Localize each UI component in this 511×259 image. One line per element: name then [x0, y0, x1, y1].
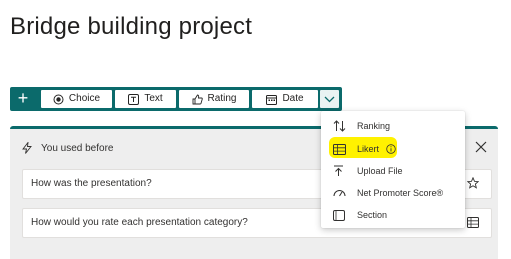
menu-item-likert[interactable]: Likert: [321, 138, 465, 160]
likert-icon: [333, 143, 346, 155]
menu-item-net-promoter-score[interactable]: Net Promoter Score®: [321, 182, 465, 204]
more-question-types-button[interactable]: [320, 90, 339, 108]
calendar-icon: [266, 94, 278, 105]
close-icon[interactable]: [475, 141, 487, 153]
date-label: Date: [282, 93, 304, 104]
used-before-header: You used before: [22, 142, 113, 154]
date-button[interactable]: Date: [252, 90, 318, 108]
menu-item-label: Likert: [357, 144, 380, 154]
thumbs-up-icon: [192, 94, 203, 104]
lightning-icon: [22, 142, 32, 154]
add-question-button[interactable]: +: [10, 87, 36, 111]
section-icon: [333, 209, 345, 221]
choice-button[interactable]: Choice: [41, 90, 112, 108]
question-type-toolbar: + Choice Text Rating Date: [10, 87, 342, 111]
gauge-icon: [333, 190, 346, 197]
text-label: Text: [144, 93, 163, 104]
question-text: How would you rate each presentation cat…: [31, 217, 248, 228]
question-type-menu-items: Likert Upload File Net Promoter Score® S…: [321, 111, 465, 228]
likert-grid-icon: [467, 217, 479, 228]
menu-item-label: Net Promoter Score®: [357, 188, 444, 198]
upload-icon: [334, 165, 343, 176]
chevron-down-icon: [324, 96, 335, 102]
info-icon[interactable]: [386, 144, 396, 154]
menu-item-section[interactable]: Section: [321, 204, 465, 226]
rating-label: Rating: [207, 93, 237, 104]
rating-button[interactable]: Rating: [179, 90, 249, 108]
text-icon: [128, 93, 140, 105]
text-button[interactable]: Text: [115, 90, 176, 108]
question-text: How was the presentation?: [31, 178, 152, 189]
menu-item-upload-file[interactable]: Upload File: [321, 160, 465, 182]
menu-item-label: Upload File: [357, 166, 403, 176]
menu-item-label: Section: [357, 210, 388, 220]
radio-icon: [53, 94, 64, 104]
choice-label: Choice: [68, 93, 101, 104]
star-icon: [467, 177, 479, 189]
page-title: Bridge building project: [10, 13, 253, 40]
used-before-label: You used before: [41, 142, 114, 154]
